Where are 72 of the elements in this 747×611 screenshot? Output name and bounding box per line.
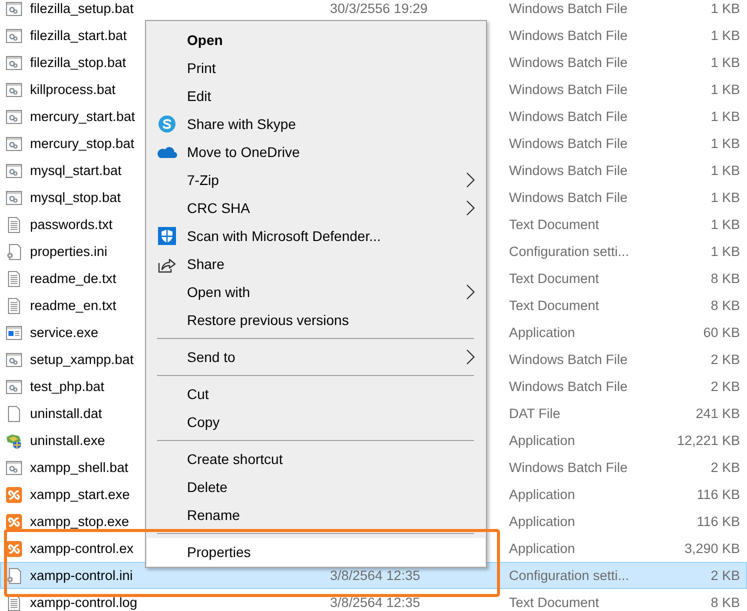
file-name: readme_en.txt (30, 298, 116, 313)
file-date: 3/8/2564 12:35 (330, 595, 420, 610)
file-type: Windows Batch File (509, 460, 628, 475)
file-type: DAT File (509, 406, 560, 421)
file-size: 1 KB (710, 109, 740, 124)
file-type: Windows Batch File (509, 82, 628, 97)
file-type: Application (509, 514, 576, 529)
file-name: killprocess.bat (30, 82, 116, 97)
file-type: Windows Batch File (509, 352, 628, 367)
file-name: setup_xampp.bat (30, 352, 134, 367)
file-size: 1 KB (710, 136, 740, 151)
file-name: mysql_start.bat (30, 163, 122, 178)
file-size: 8 KB (710, 595, 740, 610)
file-name: xampp-control.ini (30, 568, 133, 583)
file-type: Application (509, 433, 576, 448)
file-type: Text Document (509, 271, 600, 286)
file-name: test_php.bat (30, 379, 104, 394)
file-type: Windows Batch File (509, 163, 628, 178)
file-date: 3/8/2564 12:35 (330, 568, 420, 583)
file-type: Text Document (509, 298, 600, 313)
file-size: 2 KB (710, 460, 740, 475)
file-size: 1 KB (710, 55, 740, 70)
file-type: Windows Batch File (509, 55, 628, 70)
file-size: 1 KB (710, 28, 740, 43)
file-size: 12,221 KB (676, 433, 740, 448)
file-type: Windows Batch File (509, 136, 628, 151)
file-name: mercury_start.bat (30, 109, 136, 124)
file-type: Configuration setti... (509, 244, 630, 259)
file-type: Windows Batch File (509, 190, 628, 205)
file-size: 2 KB (710, 379, 740, 394)
file-type: Configuration setti... (509, 568, 630, 583)
file-size: 1 KB (710, 190, 740, 205)
file-size: 8 KB (710, 298, 740, 313)
file-size: 2 KB (710, 352, 740, 367)
file-name: service.exe (30, 325, 98, 340)
file-name: filezilla_start.bat (30, 28, 127, 43)
file-date: 30/3/2556 19:29 (330, 1, 428, 16)
file-name: mercury_stop.bat (30, 136, 134, 151)
file-name: mysql_stop.bat (30, 190, 121, 205)
file-name: filezilla_setup.bat (30, 1, 134, 16)
file-type: Application (509, 541, 576, 556)
file-name: xampp_shell.bat (30, 460, 128, 475)
file-size: 241 KB (696, 406, 740, 421)
file-size: 1 KB (710, 82, 740, 97)
file-name: xampp-control.ex (30, 541, 134, 556)
file-name: xampp_start.exe (30, 487, 130, 502)
file-name: xampp-control.log (30, 595, 138, 610)
file-type: Application (509, 325, 576, 340)
file-size: 1 KB (710, 1, 740, 16)
file-type: Text Document (509, 595, 600, 610)
file-size: 116 KB (696, 514, 740, 529)
file-name: readme_de.txt (30, 271, 116, 286)
file-size: 1 KB (710, 163, 740, 178)
file-size: 116 KB (696, 487, 740, 502)
file-name: passwords.txt (30, 217, 113, 232)
file-size: 1 KB (710, 217, 740, 232)
file-type: Windows Batch File (509, 379, 628, 394)
file-size: 3,290 KB (684, 541, 740, 556)
file-name: filezilla_stop.bat (30, 55, 126, 70)
file-type: Windows Batch File (509, 28, 628, 43)
file-type: Text Document (509, 217, 600, 232)
file-type: Windows Batch File (509, 1, 628, 16)
file-name: properties.ini (30, 244, 108, 259)
file-name: uninstall.dat (30, 406, 102, 421)
file-size: 2 KB (710, 568, 740, 583)
file-size: 8 KB (710, 271, 740, 286)
file-name: uninstall.exe (30, 433, 106, 448)
file-size: 60 KB (703, 325, 740, 340)
file-type: Application (509, 487, 576, 502)
file-name: xampp_stop.exe (30, 514, 130, 529)
file-type: Windows Batch File (509, 109, 628, 124)
file-size: 1 KB (710, 244, 740, 259)
